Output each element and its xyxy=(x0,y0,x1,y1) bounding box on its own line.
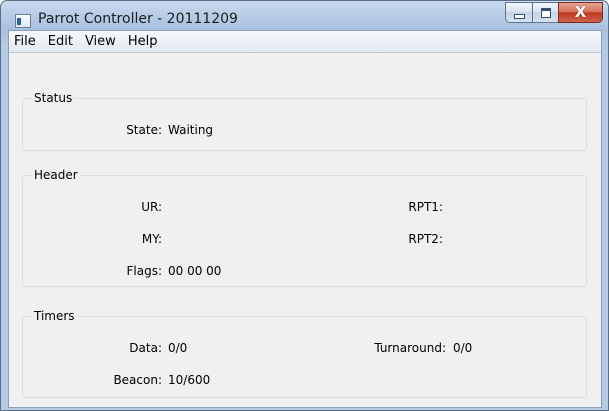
beacon-value: 10/600 xyxy=(168,373,211,387)
app-window: Parrot Controller - 20111209 X File Edit… xyxy=(0,0,609,411)
timers-group-title: Timers xyxy=(32,308,77,324)
close-button[interactable]: X xyxy=(558,2,603,23)
turnaround-label: Turnaround: xyxy=(374,341,446,355)
menu-file[interactable]: File xyxy=(9,31,42,52)
menu-view[interactable]: View xyxy=(79,31,122,52)
menu-help[interactable]: Help xyxy=(122,31,164,52)
close-icon: X xyxy=(574,3,587,21)
client-area: File Edit View Help Status State: Waitin… xyxy=(8,30,602,408)
status-group-title: Status xyxy=(32,90,75,106)
maximize-icon xyxy=(540,7,551,18)
menu-edit[interactable]: Edit xyxy=(42,31,79,52)
header-group-title: Header xyxy=(32,167,80,183)
flags-value: 00 00 00 xyxy=(168,264,222,278)
timers-group: Timers Data: 0/0 Beacon: 10/600 Turnarou… xyxy=(22,308,587,398)
turnaround-value: 0/0 xyxy=(453,341,473,355)
ur-label: UR: xyxy=(141,200,162,214)
header-group: Header UR: MY: Flags: 00 00 00 RPT1: RPT… xyxy=(22,167,587,287)
data-value: 0/0 xyxy=(168,341,188,355)
flags-label: Flags: xyxy=(126,264,162,278)
data-label: Data: xyxy=(129,341,162,355)
state-value: Waiting xyxy=(168,123,214,137)
status-group: Status State: Waiting xyxy=(22,90,587,151)
rpt2-label: RPT2: xyxy=(408,232,443,246)
maximize-button[interactable] xyxy=(532,2,558,23)
minimize-button[interactable] xyxy=(505,2,532,23)
minimize-icon xyxy=(513,13,525,19)
my-label: MY: xyxy=(141,232,162,246)
app-icon[interactable] xyxy=(15,14,31,28)
rpt1-label: RPT1: xyxy=(408,200,443,214)
caption-buttons: X xyxy=(505,2,603,23)
window-title: Parrot Controller - 20111209 xyxy=(38,11,238,27)
beacon-label: Beacon: xyxy=(113,373,162,387)
menu-bar: File Edit View Help xyxy=(9,31,601,53)
state-label: State: xyxy=(126,123,162,137)
